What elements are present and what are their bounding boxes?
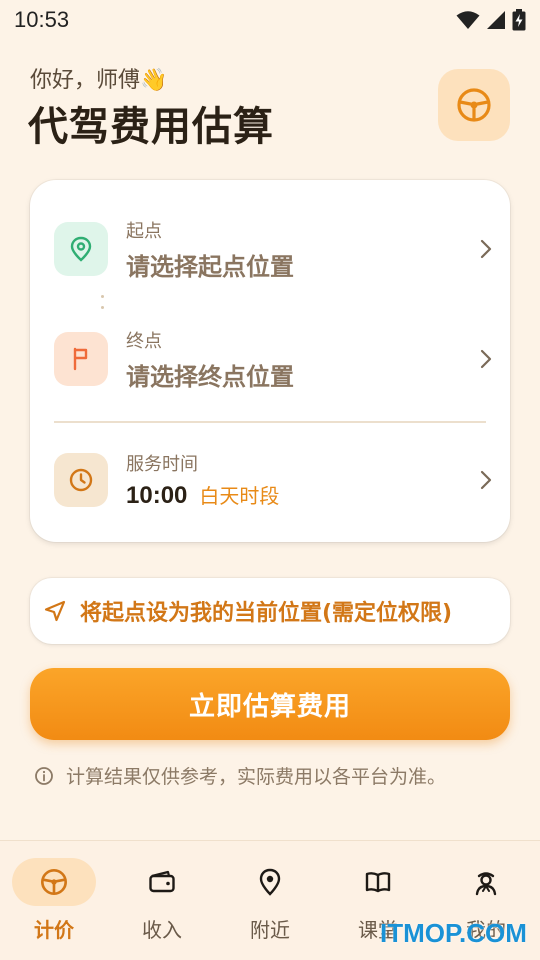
chevron-right-icon [480, 349, 492, 369]
start-location-row[interactable]: 起点 请选择起点位置 [54, 214, 494, 284]
header-steering-button[interactable] [438, 69, 510, 141]
steering-wheel-icon [457, 88, 491, 122]
start-label: 起点 [126, 220, 162, 242]
service-time-label: 服务时间 [126, 454, 198, 475]
page-title: 代驾费用估算 [28, 104, 274, 150]
estimate-fee-label: 立即估算费用 [188, 691, 351, 722]
nav-item-nearby[interactable]: 附近 [216, 841, 324, 960]
steering-wheel-icon [41, 869, 67, 895]
info-icon [35, 766, 53, 785]
end-icon-badge [54, 332, 108, 386]
chevron-right-icon [480, 239, 492, 259]
driver-icon [475, 872, 497, 896]
nav-label-income: 收入 [142, 918, 182, 942]
service-time-value: 10:00 [126, 482, 188, 509]
estimate-fee-button[interactable]: 立即估算费用 [30, 668, 510, 740]
chevron-right-icon [480, 470, 492, 490]
status-time: 10:53 [14, 7, 70, 32]
end-value: 请选择终点位置 [126, 362, 294, 391]
nav-label-nearby: 附近 [250, 918, 290, 942]
disclaimer-text: 计算结果仅供参考，实际费用以各平台为准。 [66, 766, 447, 788]
service-time-line: 10:00 白天时段 [126, 480, 478, 510]
wifi-icon [456, 11, 480, 29]
signal-icon [487, 11, 505, 29]
nav-item-pricing[interactable]: 计价 [0, 841, 108, 960]
location-pin-icon [70, 236, 92, 262]
status-bar: 10:53 [0, 0, 540, 40]
nav-label-pricing: 计价 [34, 918, 74, 942]
nav-icon-container [336, 858, 420, 906]
route-card: 起点 请选择起点位置 终点 请选择终点位置 服务时间 10:00 白天时段 [30, 180, 510, 542]
nav-icon-container [444, 858, 528, 906]
service-time-period: 白天时段 [199, 484, 280, 508]
greeting-text: 你好，师傅 [30, 68, 141, 93]
end-label: 终点 [126, 330, 162, 352]
time-icon-badge [54, 453, 108, 507]
start-icon-badge [54, 222, 108, 276]
service-time-row[interactable]: 服务时间 10:00 白天时段 [54, 445, 494, 515]
flag-icon [73, 347, 88, 371]
waving-hand-icon: 👋 [140, 68, 168, 93]
nav-icon-container [120, 858, 204, 906]
battery-charging-icon [512, 9, 526, 31]
greeting: 你好，师傅👋 [30, 62, 167, 94]
start-value: 请选择起点位置 [126, 252, 294, 281]
clock-icon [69, 468, 93, 492]
card-divider [54, 421, 486, 423]
wallet-icon [149, 870, 175, 893]
end-location-row[interactable]: 终点 请选择终点位置 [54, 324, 494, 394]
status-icons [456, 9, 526, 31]
route-connector [101, 295, 105, 309]
use-current-location-label: 将起点设为我的当前位置(需定位权限) [80, 601, 453, 626]
book-icon [365, 872, 391, 893]
location-pin-icon [259, 868, 281, 896]
use-current-location-button[interactable]: 将起点设为我的当前位置(需定位权限) [30, 578, 510, 644]
nav-icon-container [12, 858, 96, 906]
navigation-arrow-icon [44, 600, 66, 622]
nav-item-income[interactable]: 收入 [108, 841, 216, 960]
disclaimer: 计算结果仅供参考，实际费用以各平台为准。 [34, 762, 446, 789]
watermark: ITMOP.COM [380, 918, 527, 948]
nav-icon-container [228, 858, 312, 906]
